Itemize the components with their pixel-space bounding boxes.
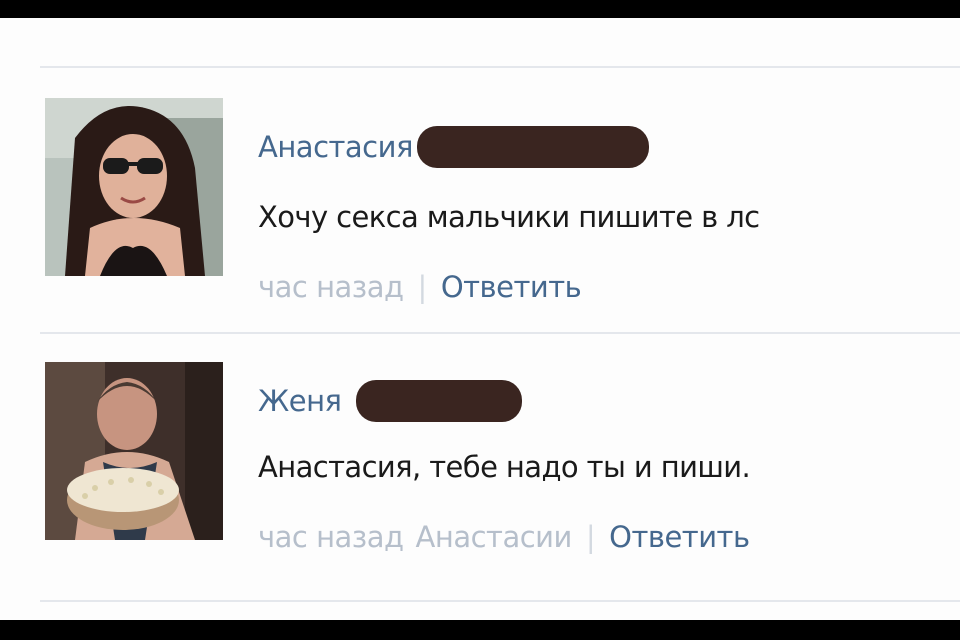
comment-text: Анастасия, тебе надо ты и пиши. — [258, 450, 751, 484]
bottom-divider — [40, 600, 960, 602]
redaction-mark — [416, 126, 649, 168]
comment-text: Хочу секса мальчики пишите в лс — [258, 200, 760, 234]
avatar-man-image — [45, 362, 223, 540]
comment-meta: час назад | Ответить — [258, 270, 582, 304]
author-name-link[interactable]: Женя — [258, 384, 342, 418]
reply-link[interactable]: Ответить — [609, 520, 750, 554]
comment-meta: час назад Анастасии | Ответить — [258, 520, 750, 554]
timestamp[interactable]: час назад — [258, 520, 404, 554]
redaction-mark — [355, 380, 522, 422]
reply-link[interactable]: Ответить — [441, 270, 582, 304]
avatar[interactable] — [45, 362, 223, 540]
avatar-woman-image — [45, 98, 223, 276]
author-name-link[interactable]: Анастасия — [258, 130, 413, 164]
comment-divider — [40, 332, 960, 334]
separator: | — [417, 270, 428, 304]
separator: | — [585, 520, 596, 554]
reply-to-name[interactable]: Анастасии — [416, 520, 573, 554]
author-line: Женя — [258, 380, 522, 422]
comments-panel: Анастасия Хочу секса мальчики пишите в л… — [0, 18, 960, 620]
top-divider — [40, 66, 960, 68]
author-line: Анастасия — [258, 126, 649, 168]
avatar[interactable] — [45, 98, 223, 276]
timestamp[interactable]: час назад — [258, 270, 404, 304]
